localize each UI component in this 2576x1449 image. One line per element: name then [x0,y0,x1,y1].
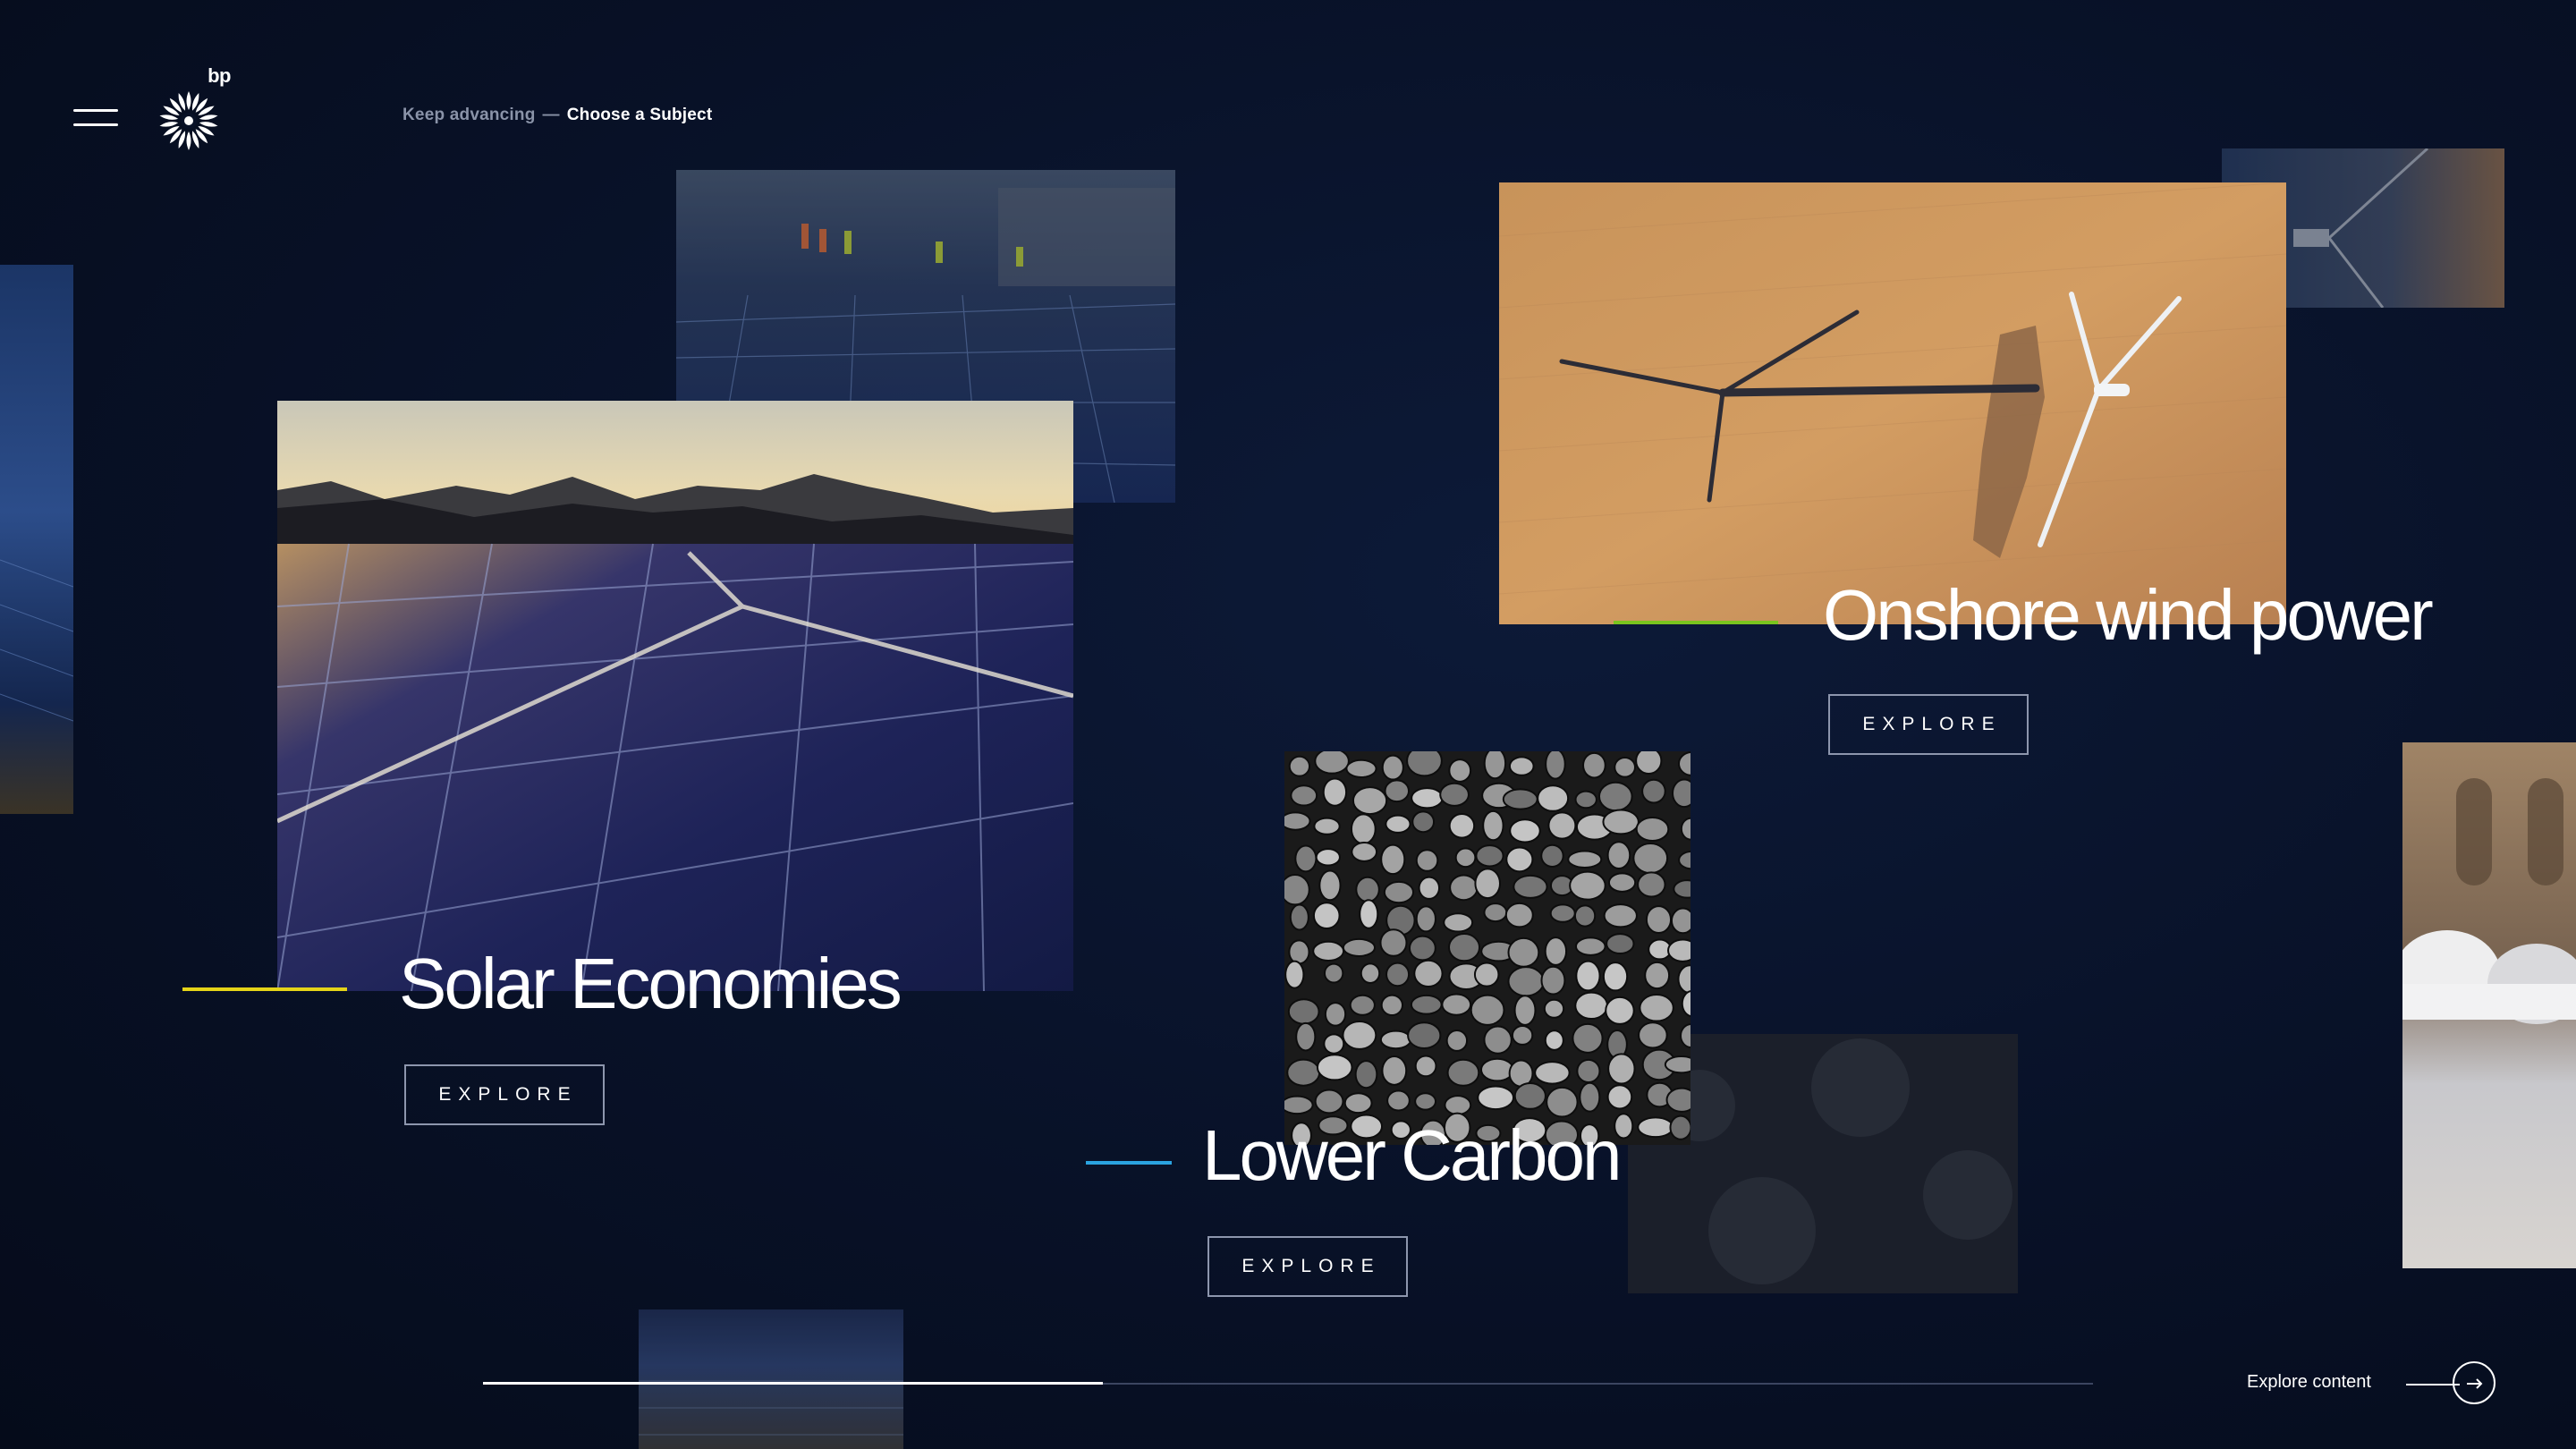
breadcrumb-separator: — [542,106,560,124]
wind-turbine-aerial-image [1499,182,2286,624]
explore-content-link[interactable]: Explore content [2247,1372,2371,1393]
lower-carbon-title[interactable]: Lower Carbon [1202,1120,1622,1191]
breadcrumb: Keep advancing — Choose a Subject [402,106,712,125]
solar-explore-button[interactable]: EXPLORE [404,1064,605,1125]
solar-field-edge-image [0,265,73,814]
onshore-wind-title[interactable]: Onshore wind power [1823,580,2434,651]
explore-content-line [2406,1384,2460,1385]
arrow-right-circle-icon[interactable] [2453,1361,2496,1404]
helios-icon [159,91,218,150]
wind-explore-button[interactable]: EXPLORE [1828,694,2029,755]
carbon-pebbles-image [1284,751,1690,1145]
solar-economies-title[interactable]: Solar Economies [399,948,902,1020]
street-cars-image [2402,742,2576,1268]
solar-field-dusk-image [639,1309,903,1449]
carbon-explore-button[interactable]: EXPLORE [1208,1236,1408,1297]
breadcrumb-parent[interactable]: Keep advancing [402,106,536,124]
menu-button[interactable] [73,107,118,131]
bp-logo[interactable]: bp [157,64,231,154]
carbon-accent-line [1086,1161,1172,1165]
solar-accent-line [182,987,347,991]
progress-fill [483,1382,1103,1385]
hamburger-icon [73,109,118,112]
logo-text: bp [208,64,231,87]
arrow-right-icon [2467,1378,2483,1389]
solar-panels-image [277,401,1073,991]
wind-accent-line [1614,621,1778,624]
breadcrumb-current: Choose a Subject [566,106,713,124]
